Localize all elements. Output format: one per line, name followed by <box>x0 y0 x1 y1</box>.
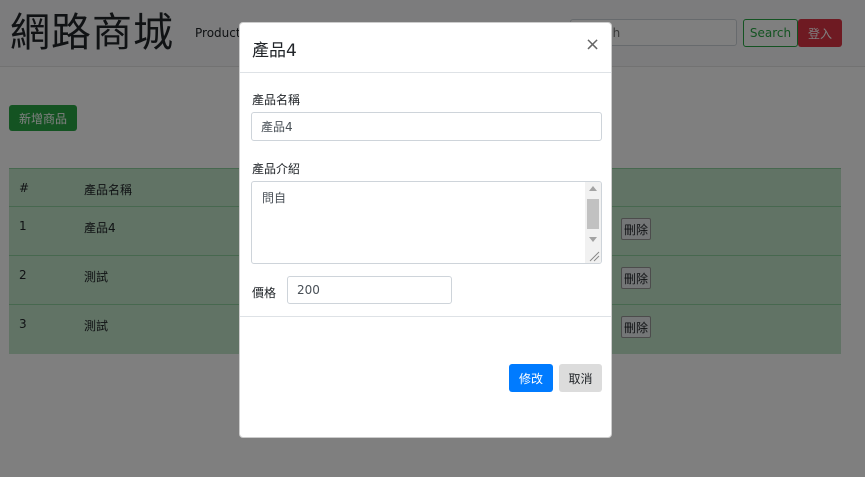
product-description-text: 問自 <box>262 191 287 205</box>
cancel-button[interactable]: 取消 <box>559 364 602 392</box>
save-button[interactable]: 修改 <box>509 364 553 392</box>
scroll-down-icon[interactable] <box>589 237 597 242</box>
modal-divider <box>240 316 611 317</box>
product-description-label: 產品介紹 <box>252 162 301 176</box>
close-icon[interactable]: × <box>585 35 600 55</box>
product-name-input[interactable] <box>251 112 602 141</box>
price-input[interactable] <box>287 276 452 304</box>
product-description-textarea[interactable]: 問自 <box>251 181 602 264</box>
product-name-label: 產品名稱 <box>252 93 301 107</box>
resize-grip-icon[interactable] <box>585 247 601 263</box>
modal-title: 產品4 <box>252 41 297 61</box>
textarea-scrollbar[interactable] <box>585 182 601 247</box>
edit-product-modal: 產品4 × 產品名稱 產品介紹 問自 價格 修改 取消 <box>239 22 612 438</box>
price-label: 價格 <box>252 286 277 300</box>
scroll-up-icon[interactable] <box>589 186 597 191</box>
modal-header: 產品4 × <box>240 23 611 73</box>
scroll-thumb[interactable] <box>587 199 599 229</box>
